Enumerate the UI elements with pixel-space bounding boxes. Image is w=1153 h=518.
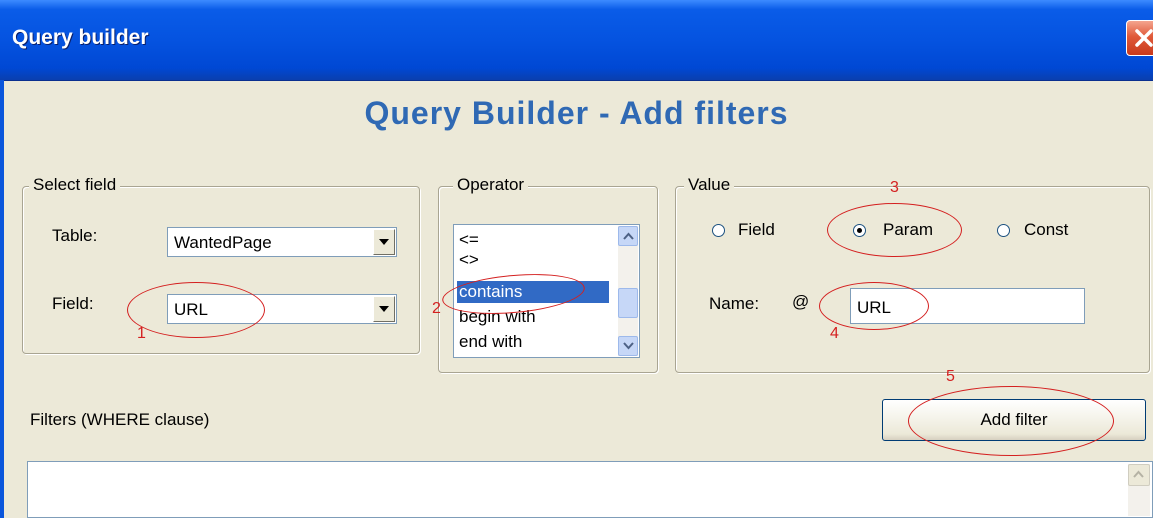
annotation-number-4: 4 <box>830 325 839 342</box>
filters-textarea[interactable] <box>27 461 1153 518</box>
operator-item-le[interactable]: <= <box>457 229 609 251</box>
annotation-number-1: 1 <box>137 325 146 342</box>
operator-item-ne[interactable]: <> <box>457 249 609 271</box>
radio-field-label[interactable]: Field <box>738 220 775 240</box>
annotation-number-2: 2 <box>432 300 441 317</box>
close-icon <box>1135 29 1153 47</box>
operator-item-end-with[interactable]: end with <box>457 331 609 353</box>
page-heading: Query Builder - Add filters <box>364 95 789 131</box>
filters-label: Filters (WHERE clause) <box>30 410 210 429</box>
param-name-value: URL <box>857 298 892 317</box>
field-combobox-value: URL <box>174 300 209 319</box>
value-group: Value <box>675 175 1150 373</box>
table-combobox[interactable]: WantedPage <box>167 227 397 257</box>
chevron-down-icon <box>379 239 389 245</box>
radio-const-label[interactable]: Const <box>1024 220 1068 240</box>
add-filter-button[interactable]: Add filter <box>882 399 1146 441</box>
operator-item-begin-with[interactable]: begin with <box>457 306 609 328</box>
title-bar: Query builder <box>0 0 1153 81</box>
select-field-legend: Select field <box>29 175 121 195</box>
annotation-number-3: 3 <box>890 179 899 196</box>
radio-field[interactable] <box>712 224 725 237</box>
table-combobox-value: WantedPage <box>174 233 272 252</box>
chevron-up-icon <box>623 232 634 240</box>
scroll-down-button[interactable] <box>618 336 638 356</box>
filters-scrollbar[interactable] <box>1128 464 1150 516</box>
operator-scrollbar[interactable] <box>618 226 638 356</box>
radio-param[interactable] <box>853 224 866 237</box>
table-label: Table: <box>52 226 98 245</box>
chevron-down-icon <box>379 306 389 312</box>
annotation-number-5: 5 <box>946 368 955 385</box>
value-legend: Value <box>684 175 735 195</box>
radio-param-label[interactable]: Param <box>883 220 933 240</box>
param-name-input[interactable]: URL <box>850 288 1085 324</box>
at-sign: @ <box>792 292 810 311</box>
field-label: Field: <box>52 294 94 313</box>
field-combobox[interactable]: URL <box>167 294 397 324</box>
filters-scroll-up-button[interactable] <box>1128 464 1150 486</box>
operator-item-contains[interactable]: contains <box>457 281 609 303</box>
close-button[interactable] <box>1126 20 1153 56</box>
chevron-down-icon <box>623 342 634 350</box>
radio-const[interactable] <box>997 224 1010 237</box>
operator-legend: Operator <box>453 175 529 195</box>
name-label: Name: <box>709 294 760 313</box>
scroll-thumb[interactable] <box>618 288 638 318</box>
window-frame-left <box>0 80 4 518</box>
chevron-up-icon <box>1133 470 1144 478</box>
field-dropdown-button[interactable] <box>373 296 395 322</box>
select-field-group: Select field <box>22 175 420 354</box>
window-title: Query builder <box>12 26 149 49</box>
scroll-up-button[interactable] <box>618 226 638 246</box>
table-dropdown-button[interactable] <box>373 229 395 255</box>
operator-listbox[interactable]: <= <> contains begin with end with <box>453 224 640 358</box>
